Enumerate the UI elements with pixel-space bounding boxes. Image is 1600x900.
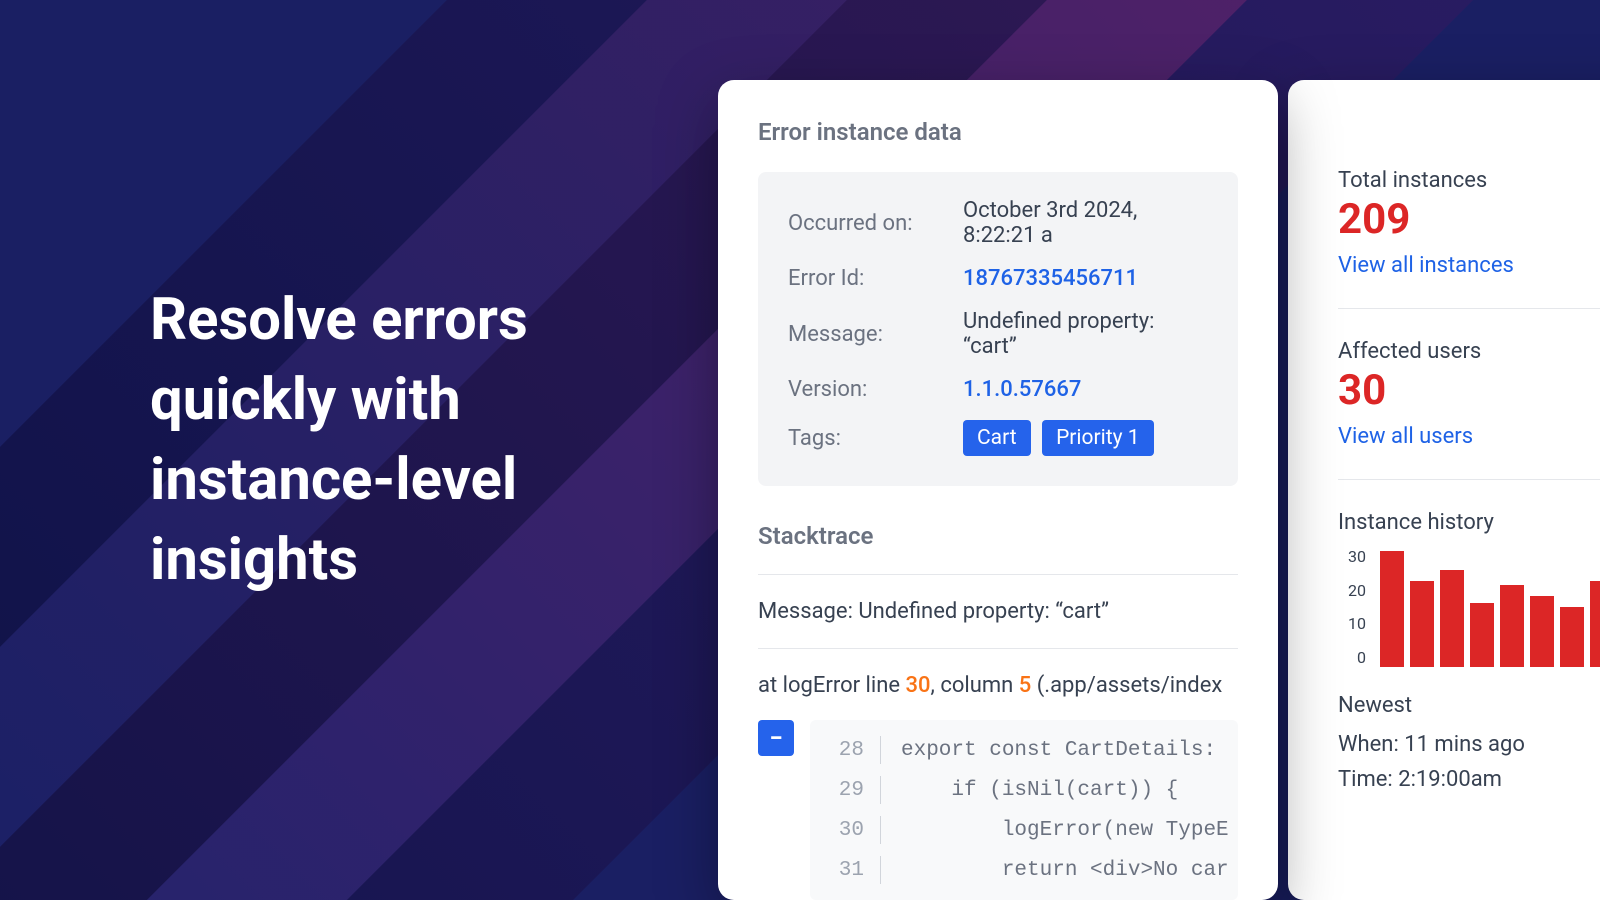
chart-bar bbox=[1380, 551, 1404, 667]
total-instances-label: Total instances bbox=[1338, 168, 1600, 193]
code-line: 28 export const CartDetails: bbox=[810, 730, 1238, 770]
gutter-bar bbox=[880, 816, 881, 844]
chart-bar bbox=[1410, 581, 1434, 667]
line-number: 28 bbox=[810, 739, 880, 762]
code-text: logError(new TypeE bbox=[901, 819, 1229, 842]
line-number: 30 bbox=[810, 819, 880, 842]
chart-bar bbox=[1470, 603, 1494, 667]
affected-users-label: Affected users bbox=[1338, 339, 1600, 364]
tag-cart[interactable]: Cart bbox=[963, 420, 1031, 456]
tag-priority-1[interactable]: Priority 1 bbox=[1042, 420, 1154, 456]
newest-time: Time: 2:19:00am bbox=[1338, 767, 1600, 792]
total-instances-value: 209 bbox=[1338, 199, 1600, 241]
chart-bars bbox=[1380, 547, 1600, 667]
instance-history-chart: 30 20 10 0 bbox=[1338, 547, 1600, 667]
view-all-instances-link[interactable]: View all instances bbox=[1338, 253, 1514, 278]
stacktrace-message: Message: Undefined property: “cart” bbox=[758, 599, 1238, 624]
gutter-bar bbox=[880, 856, 881, 884]
newest-when: When: 11 mins ago bbox=[1338, 732, 1600, 757]
kv-message: Message: Undefined property: “cart” bbox=[788, 309, 1208, 359]
gutter-bar bbox=[880, 776, 881, 804]
gutter-bar bbox=[880, 736, 881, 764]
collapse-button[interactable]: − bbox=[758, 720, 794, 756]
code-line: 30 logError(new TypeE bbox=[810, 810, 1238, 850]
chart-y-axis: 30 20 10 0 bbox=[1338, 547, 1366, 667]
divider bbox=[758, 648, 1238, 649]
code-snippet: − 28 export const CartDetails: 29 if (isNi… bbox=[758, 720, 1238, 900]
error-id-link[interactable]: 18767335456711 bbox=[963, 266, 1138, 291]
chart-bar bbox=[1530, 596, 1554, 667]
error-detail-panel: Error instance data Occurred on: October… bbox=[718, 80, 1278, 900]
marketing-hero-background: Resolve errors quickly with instance-lev… bbox=[0, 0, 1600, 900]
hero-headline: Resolve errors quickly with instance-lev… bbox=[150, 280, 670, 600]
stacktrace-title: Stacktrace bbox=[758, 522, 1238, 550]
kv-occurred-on: Occurred on: October 3rd 2024, 8:22:21 a bbox=[788, 198, 1208, 248]
code-line: 31 return <div>No car bbox=[810, 850, 1238, 890]
code-line: 29 if (isNil(cart)) { bbox=[810, 770, 1238, 810]
code-text: export const CartDetails: bbox=[901, 739, 1216, 762]
chart-bar bbox=[1560, 607, 1584, 667]
code-text: return <div>No car bbox=[901, 859, 1229, 882]
y-tick: 20 bbox=[1338, 581, 1366, 600]
kv-tags: Tags: Cart Priority 1 bbox=[788, 420, 1208, 456]
chart-bar bbox=[1500, 585, 1524, 668]
code-block: 28 export const CartDetails: 29 if (isNil(… bbox=[810, 720, 1238, 900]
summary-sidebar: Total instances 209 View all instances A… bbox=[1288, 80, 1600, 900]
divider bbox=[1338, 308, 1600, 309]
error-instance-title: Error instance data bbox=[758, 118, 1238, 146]
divider bbox=[1338, 479, 1600, 480]
chart-bar bbox=[1590, 581, 1600, 667]
chart-bar bbox=[1440, 570, 1464, 668]
divider bbox=[758, 574, 1238, 575]
stacktrace-location: at logError line 30, column 5 (.app/asse… bbox=[758, 673, 1238, 698]
line-number: 29 bbox=[810, 779, 880, 802]
view-all-users-link[interactable]: View all users bbox=[1338, 424, 1473, 449]
affected-users-value: 30 bbox=[1338, 370, 1600, 412]
newest-label: Newest bbox=[1338, 693, 1600, 718]
error-instance-table: Occurred on: October 3rd 2024, 8:22:21 a… bbox=[758, 172, 1238, 486]
kv-version: Version: 1.1.0.57667 bbox=[788, 377, 1208, 402]
y-tick: 10 bbox=[1338, 614, 1366, 633]
code-text: if (isNil(cart)) { bbox=[901, 779, 1178, 802]
version-link[interactable]: 1.1.0.57667 bbox=[963, 377, 1081, 402]
y-tick: 30 bbox=[1338, 547, 1366, 566]
minus-icon: − bbox=[769, 724, 782, 752]
tags-container: Cart Priority 1 bbox=[963, 420, 1160, 456]
y-tick: 0 bbox=[1338, 648, 1366, 667]
instance-history-label: Instance history bbox=[1338, 510, 1600, 535]
line-number: 31 bbox=[810, 859, 880, 882]
kv-error-id: Error Id: 18767335456711 bbox=[788, 266, 1208, 291]
